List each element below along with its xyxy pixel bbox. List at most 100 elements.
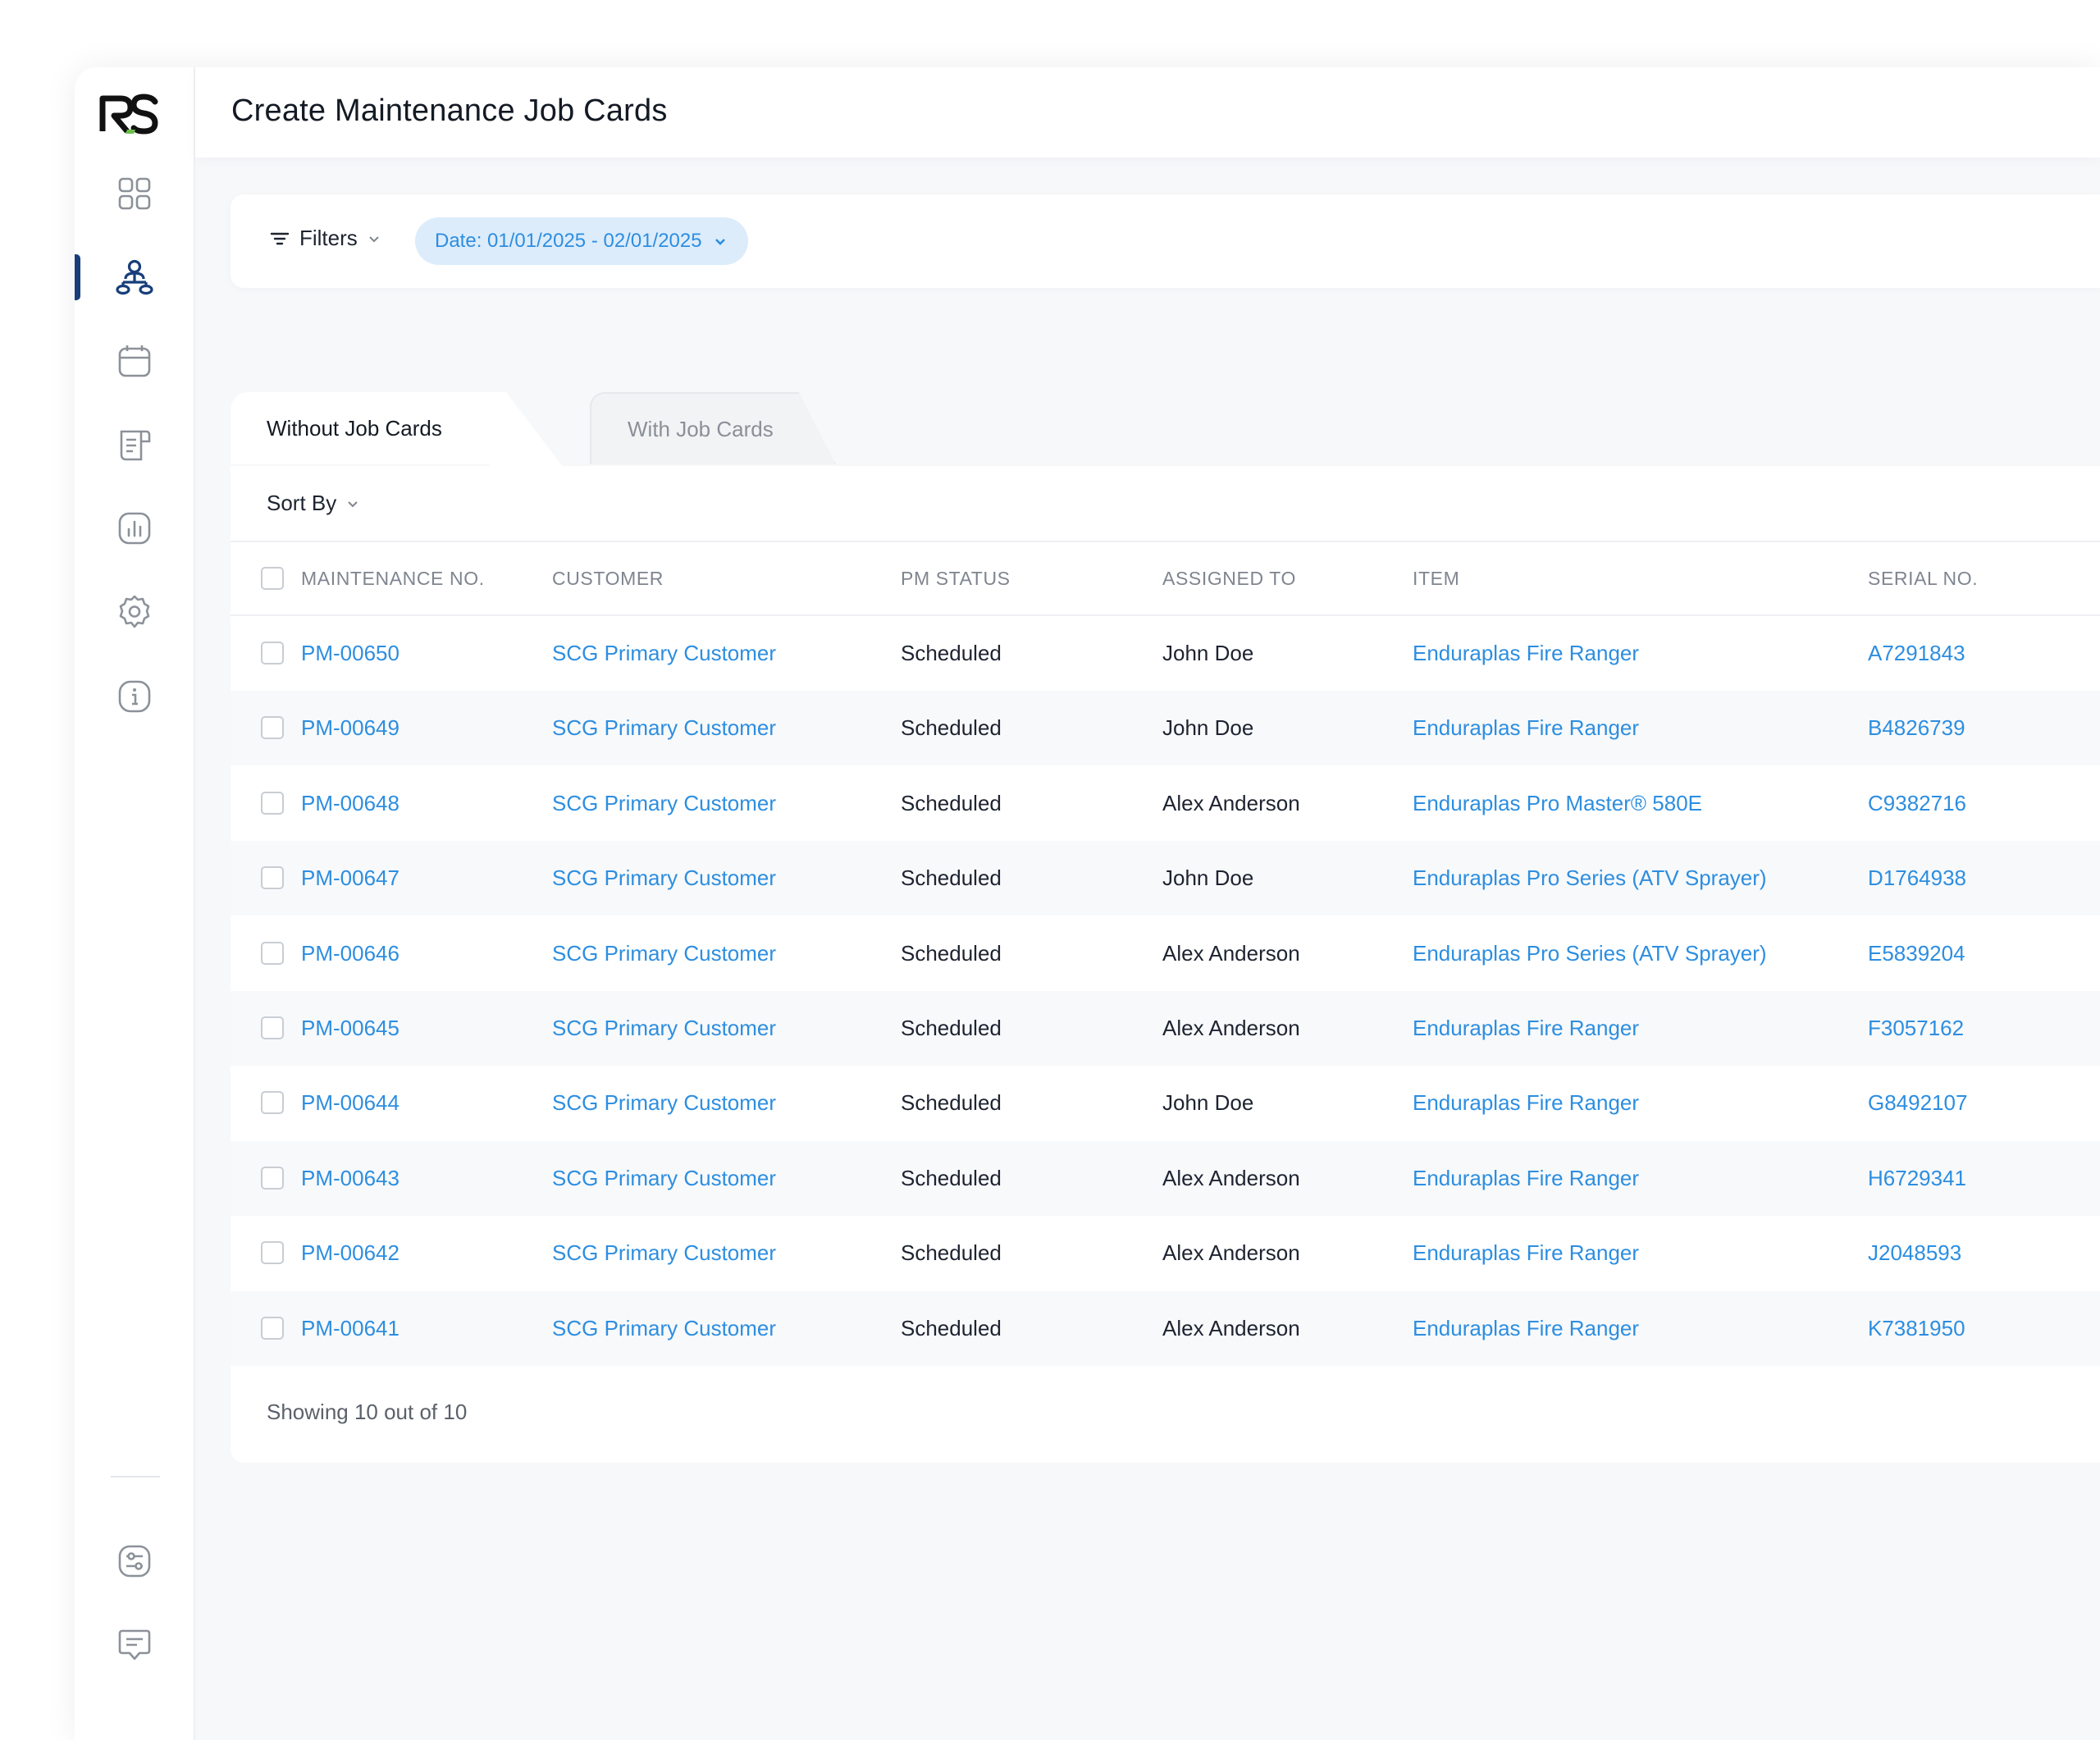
customer-link[interactable]: SCG Primary Customer xyxy=(552,1141,776,1216)
table-row[interactable]: PM-00647 SCG Primary Customer Scheduled Joh… xyxy=(231,841,2100,916)
maintenance-no-link[interactable]: PM-00644 xyxy=(301,1066,399,1140)
maintenance-no-link[interactable]: PM-00649 xyxy=(301,691,399,765)
serial-no-link[interactable]: F3057162 xyxy=(1868,991,1964,1066)
filter-lines-icon xyxy=(270,232,290,244)
table-row[interactable]: PM-00648 SCG Primary Customer Scheduled Ale… xyxy=(231,766,2100,841)
customer-link[interactable]: SCG Primary Customer xyxy=(552,1291,776,1366)
item-link[interactable]: Enduraplas Pro Master® 580E xyxy=(1413,766,1702,841)
table-row[interactable]: PM-00644 SCG Primary Customer Scheduled Joh… xyxy=(231,1066,2100,1140)
nav-settings[interactable] xyxy=(112,590,157,634)
serial-no-link[interactable]: G8492107 xyxy=(1868,1066,1967,1140)
customer-link[interactable]: SCG Primary Customer xyxy=(552,1216,776,1290)
serial-no-link[interactable]: K7381950 xyxy=(1868,1291,1965,1366)
serial-no-link[interactable]: D1764938 xyxy=(1868,841,1966,916)
serial-no-link[interactable]: C9382716 xyxy=(1868,766,1966,841)
sort-by-dropdown[interactable]: Sort By xyxy=(267,491,361,516)
column-header-assigned-to[interactable]: ASSIGNED TO xyxy=(1162,542,1296,614)
table-row[interactable]: PM-00645 SCG Primary Customer Scheduled Ale… xyxy=(231,991,2100,1066)
tab-with-job-cards[interactable]: With Job Cards xyxy=(590,392,836,464)
pm-status: Scheduled xyxy=(901,940,1002,966)
item-link[interactable]: Enduraplas Fire Ranger xyxy=(1413,691,1639,765)
column-header-maintenance-no[interactable]: MAINTENANCE NO. xyxy=(301,542,485,614)
maintenance-no-link[interactable]: PM-00641 xyxy=(301,1291,399,1366)
pm-status: Scheduled xyxy=(901,1016,1002,1040)
customer-link[interactable]: SCG Primary Customer xyxy=(552,766,776,841)
row-checkbox[interactable] xyxy=(261,642,284,664)
top-bar: Create Maintenance Job Cards xyxy=(195,67,2100,158)
row-checkbox[interactable] xyxy=(261,1166,284,1190)
nav-hierarchy[interactable] xyxy=(112,255,157,299)
date-range-filter-chip[interactable]: Date: 01/01/2025 - 02/01/2025 xyxy=(415,217,748,265)
serial-no-link[interactable]: E5839204 xyxy=(1868,916,1965,991)
row-checkbox[interactable] xyxy=(261,716,284,740)
calendar-icon xyxy=(118,345,151,377)
assigned-to: Alex Anderson xyxy=(1162,1165,1300,1190)
table-row[interactable]: PM-00643 SCG Primary Customer Scheduled Ale… xyxy=(231,1140,2100,1216)
row-checkbox[interactable] xyxy=(261,866,284,890)
customer-link[interactable]: SCG Primary Customer xyxy=(552,841,776,916)
row-checkbox[interactable] xyxy=(261,1241,284,1265)
customer-link[interactable]: SCG Primary Customer xyxy=(552,916,776,991)
nav-messages[interactable] xyxy=(112,1623,157,1667)
serial-no-link[interactable]: J2048593 xyxy=(1868,1216,1961,1290)
item-link[interactable]: Enduraplas Fire Ranger xyxy=(1413,1066,1639,1140)
maintenance-no-link[interactable]: PM-00642 xyxy=(301,1216,399,1290)
item-link[interactable]: Enduraplas Pro Series (ATV Sprayer) xyxy=(1413,916,1767,991)
job-cards-table-panel: Sort By MAINTENANCE NO. CUSTOMER PM STAT… xyxy=(231,466,2100,1463)
nav-documents[interactable] xyxy=(112,422,157,467)
nav-calendar[interactable] xyxy=(112,339,157,383)
chevron-down-icon xyxy=(369,235,379,242)
table-header: MAINTENANCE NO. CUSTOMER PM STATUS ASSIG… xyxy=(231,541,2100,616)
table-row[interactable]: PM-00642 SCG Primary Customer Scheduled Ale… xyxy=(231,1216,2100,1290)
brand-logo[interactable] xyxy=(98,90,160,136)
maintenance-no-link[interactable]: PM-00646 xyxy=(301,916,399,991)
assigned-to: Alex Anderson xyxy=(1162,1240,1300,1266)
tab-without-job-cards[interactable]: Without Job Cards xyxy=(231,392,501,464)
table-row[interactable]: PM-00646 SCG Primary Customer Scheduled Ale… xyxy=(231,916,2100,991)
customer-link[interactable]: SCG Primary Customer xyxy=(552,1066,776,1140)
maintenance-no-link[interactable]: PM-00647 xyxy=(301,841,399,916)
row-checkbox[interactable] xyxy=(261,791,284,815)
nav-dashboard[interactable] xyxy=(112,171,157,216)
assigned-to: Alex Anderson xyxy=(1162,1315,1300,1340)
table-row[interactable]: PM-00650 SCG Primary Customer Scheduled Joh… xyxy=(231,616,2100,691)
row-checkbox[interactable] xyxy=(261,1091,284,1115)
nav-info[interactable] xyxy=(112,674,157,719)
filters-label: Filters xyxy=(299,226,358,250)
customer-link[interactable]: SCG Primary Customer xyxy=(552,991,776,1066)
item-link[interactable]: Enduraplas Fire Ranger xyxy=(1413,991,1639,1066)
customer-link[interactable]: SCG Primary Customer xyxy=(552,616,776,691)
select-all-checkbox[interactable] xyxy=(261,567,284,590)
customer-link[interactable]: SCG Primary Customer xyxy=(552,691,776,765)
maintenance-no-link[interactable]: PM-00648 xyxy=(301,766,399,841)
table-row[interactable]: PM-00641 SCG Primary Customer Scheduled Ale… xyxy=(231,1290,2100,1366)
maintenance-no-link[interactable]: PM-00645 xyxy=(301,991,399,1066)
column-header-pm-status[interactable]: PM STATUS xyxy=(901,542,1011,614)
row-checkbox[interactable] xyxy=(261,941,284,965)
pm-status: Scheduled xyxy=(901,865,1002,891)
nav-reports[interactable] xyxy=(112,506,157,550)
active-nav-indicator xyxy=(75,254,80,300)
assigned-to: John Doe xyxy=(1162,865,1254,891)
row-checkbox[interactable] xyxy=(261,1316,284,1340)
maintenance-no-link[interactable]: PM-00643 xyxy=(301,1141,399,1216)
serial-no-link[interactable]: A7291843 xyxy=(1868,616,1965,691)
nav-preferences[interactable] xyxy=(112,1539,157,1583)
column-header-customer[interactable]: CUSTOMER xyxy=(552,542,664,614)
assigned-to: John Doe xyxy=(1162,1090,1254,1116)
item-link[interactable]: Enduraplas Pro Series (ATV Sprayer) xyxy=(1413,841,1767,916)
column-header-serial-no[interactable]: SERIAL NO. xyxy=(1868,542,1978,614)
sort-by-label: Sort By xyxy=(267,491,337,515)
column-header-item[interactable]: ITEM xyxy=(1413,542,1459,614)
table-row[interactable]: PM-00649 SCG Primary Customer Scheduled Joh… xyxy=(231,691,2100,766)
serial-no-link[interactable]: B4826739 xyxy=(1868,691,1965,765)
dashboard-grid-icon xyxy=(118,177,151,210)
serial-no-link[interactable]: H6729341 xyxy=(1868,1141,1966,1216)
maintenance-no-link[interactable]: PM-00650 xyxy=(301,616,399,691)
filters-button[interactable]: Filters xyxy=(268,226,382,251)
item-link[interactable]: Enduraplas Fire Ranger xyxy=(1413,1141,1639,1216)
item-link[interactable]: Enduraplas Fire Ranger xyxy=(1413,1291,1639,1366)
row-checkbox[interactable] xyxy=(261,1016,284,1039)
item-link[interactable]: Enduraplas Fire Ranger xyxy=(1413,1216,1639,1290)
item-link[interactable]: Enduraplas Fire Ranger xyxy=(1413,616,1639,691)
